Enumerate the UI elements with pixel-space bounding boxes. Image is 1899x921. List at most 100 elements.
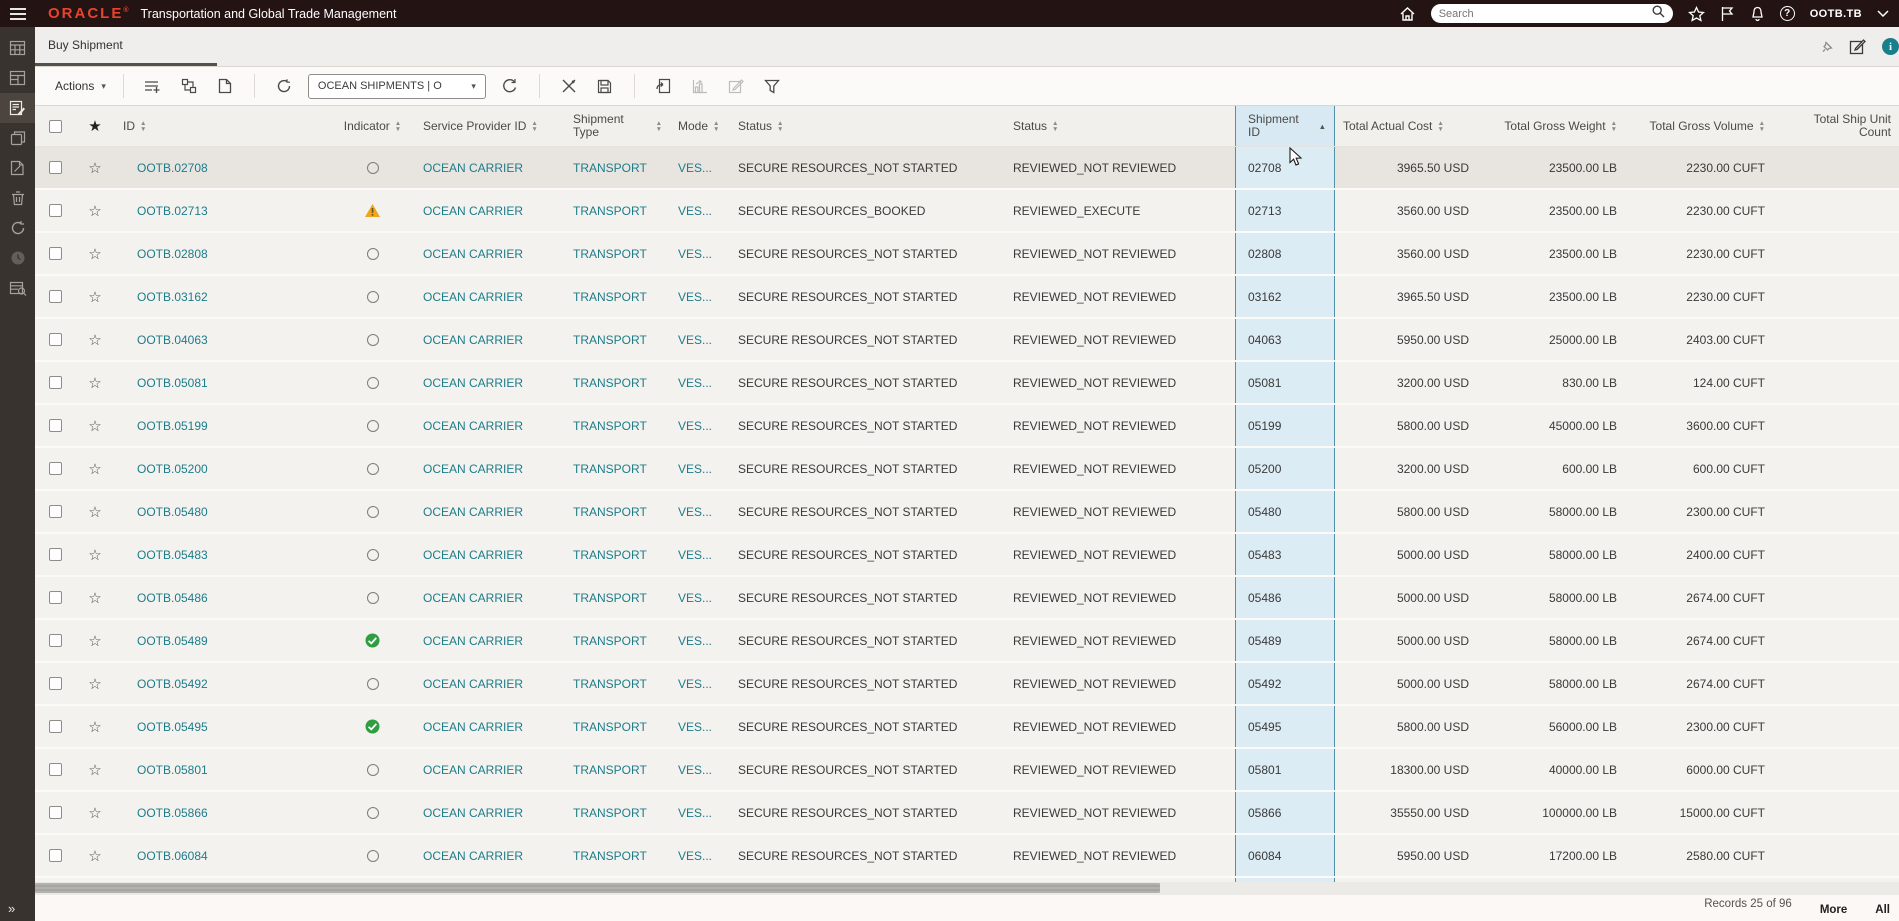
mode-cell[interactable]: VES... — [678, 419, 712, 433]
table-row[interactable]: OOTB.05492 OCEAN CARRIER TRANSPORT VES..… — [35, 663, 1899, 706]
row-star-icon[interactable] — [88, 202, 101, 220]
row-star-icon[interactable] — [88, 589, 101, 607]
row-id-link[interactable]: OOTB.05199 — [137, 419, 208, 433]
row-id-link[interactable]: OOTB.05486 — [137, 591, 208, 605]
row-select-checkbox[interactable] — [48, 505, 62, 518]
col-header-shipment-id[interactable]: Shipment ID — [1235, 106, 1335, 146]
shipment-type-cell[interactable]: TRANSPORT — [573, 247, 647, 261]
export-icon[interactable] — [646, 72, 682, 100]
help-icon[interactable]: ? — [1779, 6, 1795, 21]
new-document-icon[interactable] — [207, 72, 243, 100]
notifications-bell-icon[interactable] — [1750, 6, 1765, 22]
row-select-checkbox[interactable] — [48, 376, 62, 389]
row-select-checkbox[interactable] — [48, 290, 62, 303]
row-id-link[interactable]: OOTB.05492 — [137, 677, 208, 691]
table-row[interactable]: OOTB.05801 OCEAN CARRIER TRANSPORT VES..… — [35, 749, 1899, 792]
row-id-link[interactable]: OOTB.02708 — [137, 161, 208, 175]
col-header-total-ship-unit-count[interactable]: Total Ship Unit Count — [1773, 106, 1899, 146]
delete-icon[interactable] — [0, 183, 35, 213]
service-provider-cell[interactable]: OCEAN CARRIER — [423, 161, 523, 175]
shipment-type-cell[interactable]: TRANSPORT — [573, 634, 647, 648]
add-to-list-icon[interactable] — [135, 72, 171, 100]
more-button[interactable]: More — [1820, 904, 1847, 916]
service-provider-cell[interactable]: OCEAN CARRIER — [423, 591, 523, 605]
row-select-checkbox[interactable] — [48, 419, 62, 432]
col-header-id[interactable]: ID — [115, 106, 330, 146]
row-id-link[interactable]: OOTB.02808 — [137, 247, 208, 261]
service-provider-cell[interactable]: OCEAN CARRIER — [423, 720, 523, 734]
row-star-icon[interactable] — [88, 460, 101, 478]
shipment-type-cell[interactable]: TRANSPORT — [573, 591, 647, 605]
sort-icon[interactable] — [531, 121, 537, 132]
mode-cell[interactable]: VES... — [678, 849, 712, 863]
compose-icon[interactable] — [1849, 38, 1866, 55]
mode-cell[interactable]: VES... — [678, 720, 712, 734]
shipment-type-cell[interactable]: TRANSPORT — [573, 419, 647, 433]
col-header-total-actual-cost[interactable]: Total Actual Cost — [1335, 106, 1477, 146]
edit-document-icon[interactable] — [0, 153, 35, 183]
search-input[interactable] — [1438, 7, 1652, 20]
col-header-status-secure[interactable]: Status — [730, 106, 1005, 146]
saved-search-dropdown[interactable]: OCEAN SHIPMENTS | O — [307, 73, 486, 99]
service-provider-cell[interactable]: OCEAN CARRIER — [423, 548, 523, 562]
select-all-checkbox[interactable] — [48, 119, 62, 133]
row-star-icon[interactable] — [88, 159, 101, 177]
col-header-shipment-type[interactable]: Shipment Type — [565, 106, 670, 146]
col-header-total-gross-volume[interactable]: Total Gross Volume — [1625, 106, 1773, 146]
shipment-type-cell[interactable]: TRANSPORT — [573, 376, 647, 390]
row-star-icon[interactable] — [88, 804, 101, 822]
col-header-service-provider[interactable]: Service Provider ID — [415, 106, 565, 146]
service-provider-cell[interactable]: OCEAN CARRIER — [423, 333, 523, 347]
mode-cell[interactable]: VES... — [678, 204, 712, 218]
shipment-type-cell[interactable]: TRANSPORT — [573, 548, 647, 562]
refresh-icon[interactable] — [0, 213, 35, 243]
mode-cell[interactable]: VES... — [678, 161, 712, 175]
row-star-icon[interactable] — [88, 503, 101, 521]
table-row[interactable]: OOTB.05486 OCEAN CARRIER TRANSPORT VES..… — [35, 577, 1899, 620]
service-provider-cell[interactable]: OCEAN CARRIER — [423, 806, 523, 820]
sort-icon[interactable] — [1611, 121, 1617, 132]
mode-cell[interactable]: VES... — [678, 591, 712, 605]
service-provider-cell[interactable]: OCEAN CARRIER — [423, 247, 523, 261]
row-id-link[interactable]: OOTB.02713 — [137, 204, 208, 218]
mode-cell[interactable]: VES... — [678, 247, 712, 261]
shipment-type-cell[interactable]: TRANSPORT — [573, 462, 647, 476]
service-provider-cell[interactable]: OCEAN CARRIER — [423, 290, 523, 304]
mode-cell[interactable]: VES... — [678, 376, 712, 390]
horizontal-scrollbar[interactable] — [35, 882, 1899, 895]
sort-icon[interactable] — [1052, 121, 1058, 132]
row-star-icon[interactable] — [88, 374, 101, 392]
row-select-checkbox[interactable] — [48, 763, 62, 776]
table-row[interactable]: OOTB.03162 OCEAN CARRIER TRANSPORT VES..… — [35, 276, 1899, 319]
actions-button[interactable]: Actions — [49, 75, 112, 97]
tab-buy-shipment[interactable]: Buy Shipment — [35, 27, 217, 66]
service-provider-cell[interactable]: OCEAN CARRIER — [423, 677, 523, 691]
table-row[interactable]: OOTB.05200 OCEAN CARRIER TRANSPORT VES..… — [35, 448, 1899, 491]
flag-icon[interactable] — [1720, 6, 1735, 22]
user-chevron-icon[interactable] — [1877, 10, 1889, 17]
row-star-icon[interactable] — [88, 718, 101, 736]
all-button[interactable]: All — [1875, 904, 1890, 916]
shipment-type-cell[interactable]: TRANSPORT — [573, 204, 647, 218]
finder-results-icon[interactable] — [0, 273, 35, 303]
row-id-link[interactable]: OOTB.05801 — [137, 763, 208, 777]
table-row[interactable]: OOTB.05495 OCEAN CARRIER TRANSPORT VES..… — [35, 706, 1899, 749]
mode-cell[interactable]: VES... — [678, 505, 712, 519]
service-provider-cell[interactable]: OCEAN CARRIER — [423, 376, 523, 390]
row-select-checkbox[interactable] — [48, 677, 62, 690]
menu-icon[interactable] — [0, 0, 36, 27]
service-provider-cell[interactable]: OCEAN CARRIER — [423, 505, 523, 519]
row-select-checkbox[interactable] — [48, 591, 62, 604]
refresh-icon[interactable] — [266, 72, 302, 100]
order-release-icon[interactable] — [0, 63, 35, 93]
row-select-checkbox[interactable] — [48, 333, 62, 346]
scrollbar-thumb[interactable] — [35, 883, 1160, 893]
pin-icon[interactable] — [1822, 40, 1833, 53]
service-provider-cell[interactable]: OCEAN CARRIER — [423, 419, 523, 433]
info-icon[interactable] — [1882, 38, 1899, 55]
row-select-checkbox[interactable] — [48, 720, 62, 733]
table-row[interactable]: OOTB.02708 OCEAN CARRIER TRANSPORT VES..… — [35, 147, 1899, 190]
col-header-status-reviewed[interactable]: Status — [1005, 106, 1235, 146]
sort-icon[interactable] — [1759, 121, 1765, 132]
row-id-link[interactable]: OOTB.06084 — [137, 849, 208, 863]
